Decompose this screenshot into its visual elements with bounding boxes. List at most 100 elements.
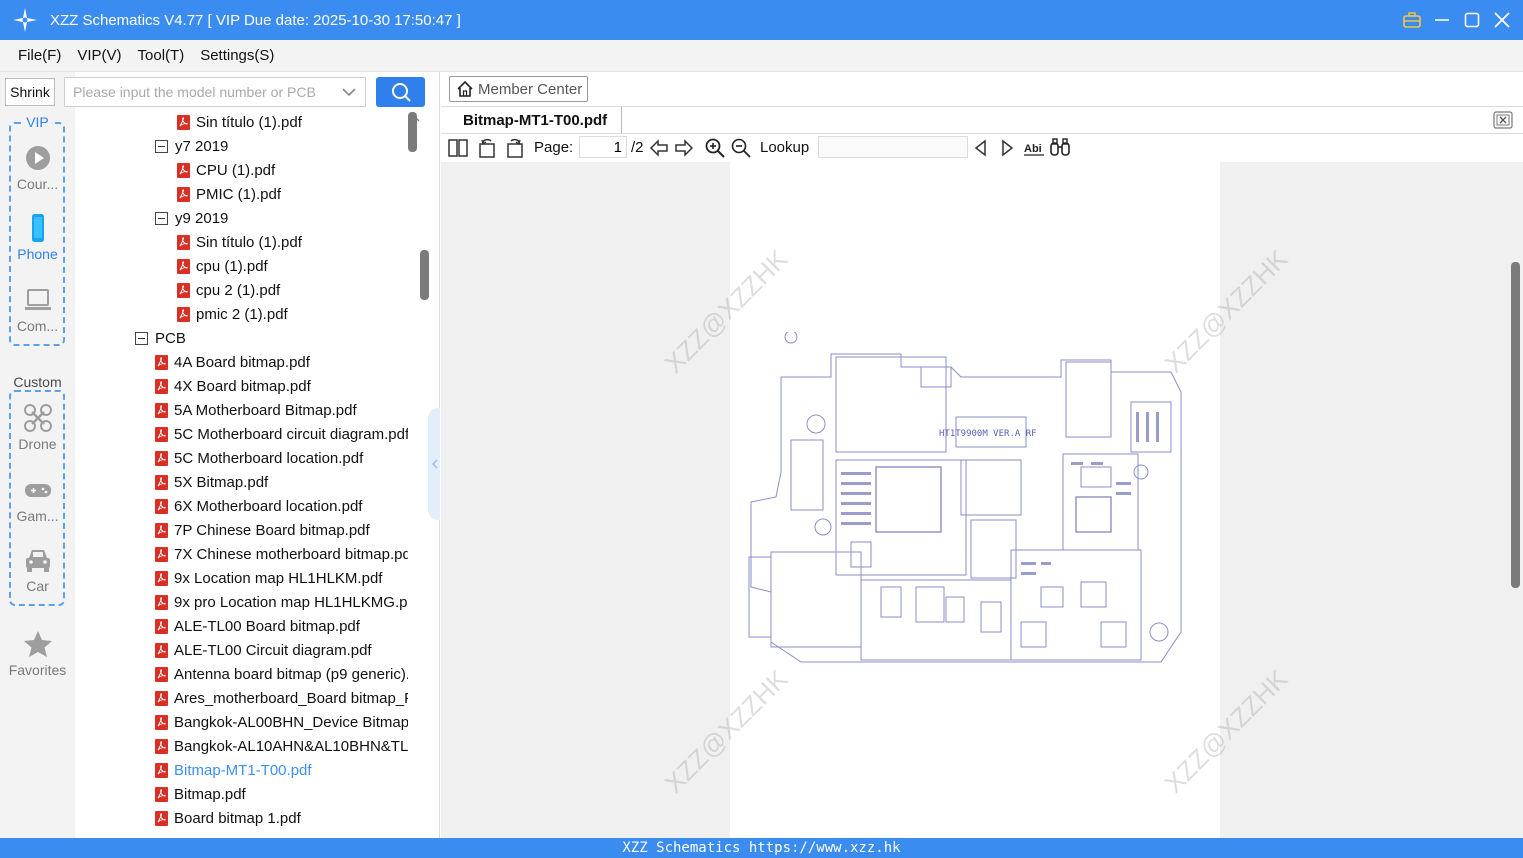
nav-item-computer[interactable]: Com... (0, 286, 75, 334)
maximize-button[interactable] (1461, 9, 1483, 31)
tree-row-label: 5C Motherboard circuit diagram.pdf (174, 425, 408, 443)
page-label: Page: (534, 139, 574, 156)
tree-file-row[interactable]: Board bitmap 1.pdf (155, 806, 408, 830)
zoom-in-icon[interactable] (704, 137, 726, 159)
tree-file-row[interactable]: 9x pro Location map HL1HLKMG.pdf (155, 590, 408, 614)
tree-row-label: pmic 2 (1).pdf (196, 305, 288, 323)
tree-file-row[interactable]: Ares_motherboard_Board bitmap_PCB.pdf (155, 686, 408, 710)
pdf-file-icon (155, 570, 168, 586)
page-total: /2 (631, 139, 644, 156)
tree-scrollbar-thumb[interactable] (420, 250, 429, 300)
vip-briefcase-icon[interactable] (1401, 9, 1423, 31)
tree-file-row[interactable]: Antenna board bitmap (p9 generic).pdf (155, 662, 408, 686)
tree-file-row[interactable]: 4A Board bitmap.pdf (155, 350, 408, 374)
nav-item-phone[interactable]: Phone (0, 214, 75, 262)
tree-file-row[interactable]: 5C Motherboard location.pdf (155, 446, 408, 470)
search-button[interactable] (376, 77, 425, 107)
tree-folder-row[interactable]: PCB (135, 326, 408, 350)
nav-item-car[interactable]: Car (0, 546, 75, 594)
pdf-canvas[interactable]: XZZ@XZZHK XZZ@XZZHK XZZ@XZZHK XZZ@XZZHK (441, 162, 1523, 838)
category-sidebar: Shrink VIP Cour... Phone Com... Custom D… (0, 72, 75, 838)
board-label: HT1T9900M VER.A RF (939, 429, 1037, 439)
vip-group-label: VIP (24, 114, 51, 130)
tree-file-row[interactable]: cpu 2 (1).pdf (177, 278, 408, 302)
find-previous-icon[interactable] (970, 137, 992, 159)
nav-item-courses[interactable]: Cour... (0, 144, 75, 192)
pdf-file-icon (177, 186, 190, 202)
tree-file-row[interactable]: 5C Motherboard circuit diagram.pdf (155, 422, 408, 446)
find-next-icon[interactable] (996, 137, 1018, 159)
tree-file-row[interactable]: pmic 2 (1).pdf (177, 302, 408, 326)
tree-file-row[interactable]: Bangkok-AL10AHN&AL10BHN&TL00.pdf (155, 734, 408, 758)
tree-file-row[interactable]: 7X Chinese motherboard bitmap.pdf (155, 542, 408, 566)
tree-file-row[interactable]: 5A Motherboard Bitmap.pdf (155, 398, 408, 422)
model-search-combobox[interactable] (64, 77, 366, 107)
rotate-left-icon[interactable] (477, 137, 499, 159)
tree-scrollbar-thumb-primary[interactable] (408, 112, 417, 152)
tree-row-label: 5X Bitmap.pdf (174, 473, 269, 491)
tree-file-row[interactable]: ALE-TL00 Board bitmap.pdf (155, 614, 408, 638)
collapse-toggle-icon[interactable] (155, 139, 168, 153)
tree-file-row[interactable]: 7P Chinese Board bitmap.pdf (155, 518, 408, 542)
next-page-arrow-icon[interactable] (673, 137, 695, 159)
tree-folder-row[interactable]: y7 2019 (155, 134, 408, 158)
menu-file[interactable]: File(F) (18, 47, 61, 64)
rotate-right-icon[interactable] (503, 137, 525, 159)
tree-file-row[interactable]: 4X Board bitmap.pdf (155, 374, 408, 398)
chevron-down-icon[interactable] (341, 84, 357, 100)
tree-file-row[interactable]: Bitmap-MT1-T00.pdf (155, 758, 408, 782)
nav-item-favorites[interactable]: Favorites (0, 630, 75, 678)
nav-item-label: Favorites (8, 662, 67, 678)
nav-item-label: Com... (16, 318, 59, 334)
member-center-label: Member Center (478, 80, 583, 98)
previous-page-arrow-icon[interactable] (648, 137, 670, 159)
two-page-view-icon[interactable] (447, 137, 469, 159)
pcb-bitmap-drawing: HT1T9900M VER.A RF (748, 332, 1182, 663)
find-binoculars-icon[interactable] (1049, 137, 1071, 159)
tree-file-row[interactable]: cpu (1).pdf (177, 254, 408, 278)
pdf-file-icon (155, 594, 168, 610)
tree-scrollbar[interactable] (408, 112, 420, 838)
tree-file-row[interactable]: ALE-TL00 Circuit diagram.pdf (155, 638, 408, 662)
svg-text:Abi: Abi (1024, 143, 1042, 155)
nav-item-game[interactable]: Gam... (0, 476, 75, 524)
tree-file-row[interactable]: Sin título (1).pdf (177, 230, 408, 254)
pdf-file-icon (155, 666, 168, 682)
close-button[interactable] (1491, 9, 1513, 31)
pdf-scrollbar-thumb[interactable] (1511, 262, 1520, 588)
minimize-button[interactable] (1431, 9, 1453, 31)
model-search-input[interactable] (65, 78, 335, 106)
close-document-icon[interactable] (1493, 111, 1513, 129)
tree-folder-row[interactable]: y9 2019 (155, 206, 408, 230)
page-number-input[interactable] (579, 136, 627, 158)
file-tree-panel: Sin título (1).pdf y7 2019 CPU (1).pdf PMIC… (64, 72, 440, 838)
member-center-button[interactable]: Member Center (449, 76, 588, 102)
zoom-out-icon[interactable] (730, 137, 752, 159)
tree-row-label: CPU (1).pdf (196, 161, 276, 179)
tree-file-row[interactable]: 5X Bitmap.pdf (155, 470, 408, 494)
tree-file-row[interactable]: PMIC (1).pdf (177, 182, 408, 206)
menu-tool[interactable]: Tool(T) (138, 47, 185, 64)
menu-settings[interactable]: Settings(S) (200, 47, 274, 64)
tree-file-row[interactable]: 9x Location map HL1HLKM.pdf (155, 566, 408, 590)
match-case-icon[interactable]: Abi (1023, 137, 1045, 159)
lookup-input[interactable] (818, 136, 968, 158)
tree-file-row[interactable]: Bitmap.pdf (155, 782, 408, 806)
tree-row-label: Board bitmap 1.pdf (174, 809, 301, 827)
tree-row-label: 9x Location map HL1HLKM.pdf (174, 569, 383, 587)
panel-collapse-handle[interactable] (428, 408, 440, 520)
pdf-file-icon (155, 378, 168, 394)
tree-row-label: PMIC (1).pdf (196, 185, 282, 203)
tree-file-row[interactable]: 6X Motherboard location.pdf (155, 494, 408, 518)
tree-file-row[interactable]: CPU (1).pdf (177, 158, 408, 182)
menu-vip[interactable]: VIP(V) (77, 47, 121, 64)
document-tab-active[interactable]: Bitmap-MT1-T00.pdf (445, 107, 623, 133)
tree-file-row[interactable]: Bangkok-AL00BHN_Device Bitmap.pdf (155, 710, 408, 734)
tree-file-row[interactable]: Sin título (1).pdf (177, 110, 408, 134)
pdf-file-icon (177, 306, 190, 322)
collapse-toggle-icon[interactable] (155, 211, 168, 225)
shrink-button[interactable]: Shrink (5, 78, 55, 106)
collapse-toggle-icon[interactable] (135, 331, 148, 345)
nav-item-drone[interactable]: Drone (0, 404, 75, 452)
document-tabs: Bitmap-MT1-T00.pdf (441, 106, 1523, 134)
